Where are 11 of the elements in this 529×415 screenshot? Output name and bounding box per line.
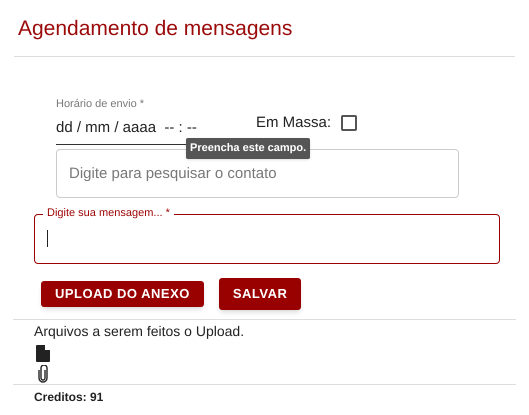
bulk-label: Em Massa: (256, 113, 332, 133)
paperclip-icon (38, 364, 48, 382)
upload-button[interactable]: UPLOAD DO ANEXO (41, 280, 204, 306)
save-button[interactable]: SALVAR (218, 278, 302, 310)
file-icon (36, 344, 50, 362)
message-label: Digite sua mensagem... * (43, 206, 174, 220)
bulk-checkbox[interactable] (341, 115, 358, 132)
tooltip: Preencha este campo. (186, 138, 310, 158)
attachments-text: Arquivos a serem feitos o Upload. (34, 322, 246, 340)
page-title: Agendamento de mensagens (18, 16, 294, 42)
credits-text: Creditos: 91 (34, 388, 104, 406)
